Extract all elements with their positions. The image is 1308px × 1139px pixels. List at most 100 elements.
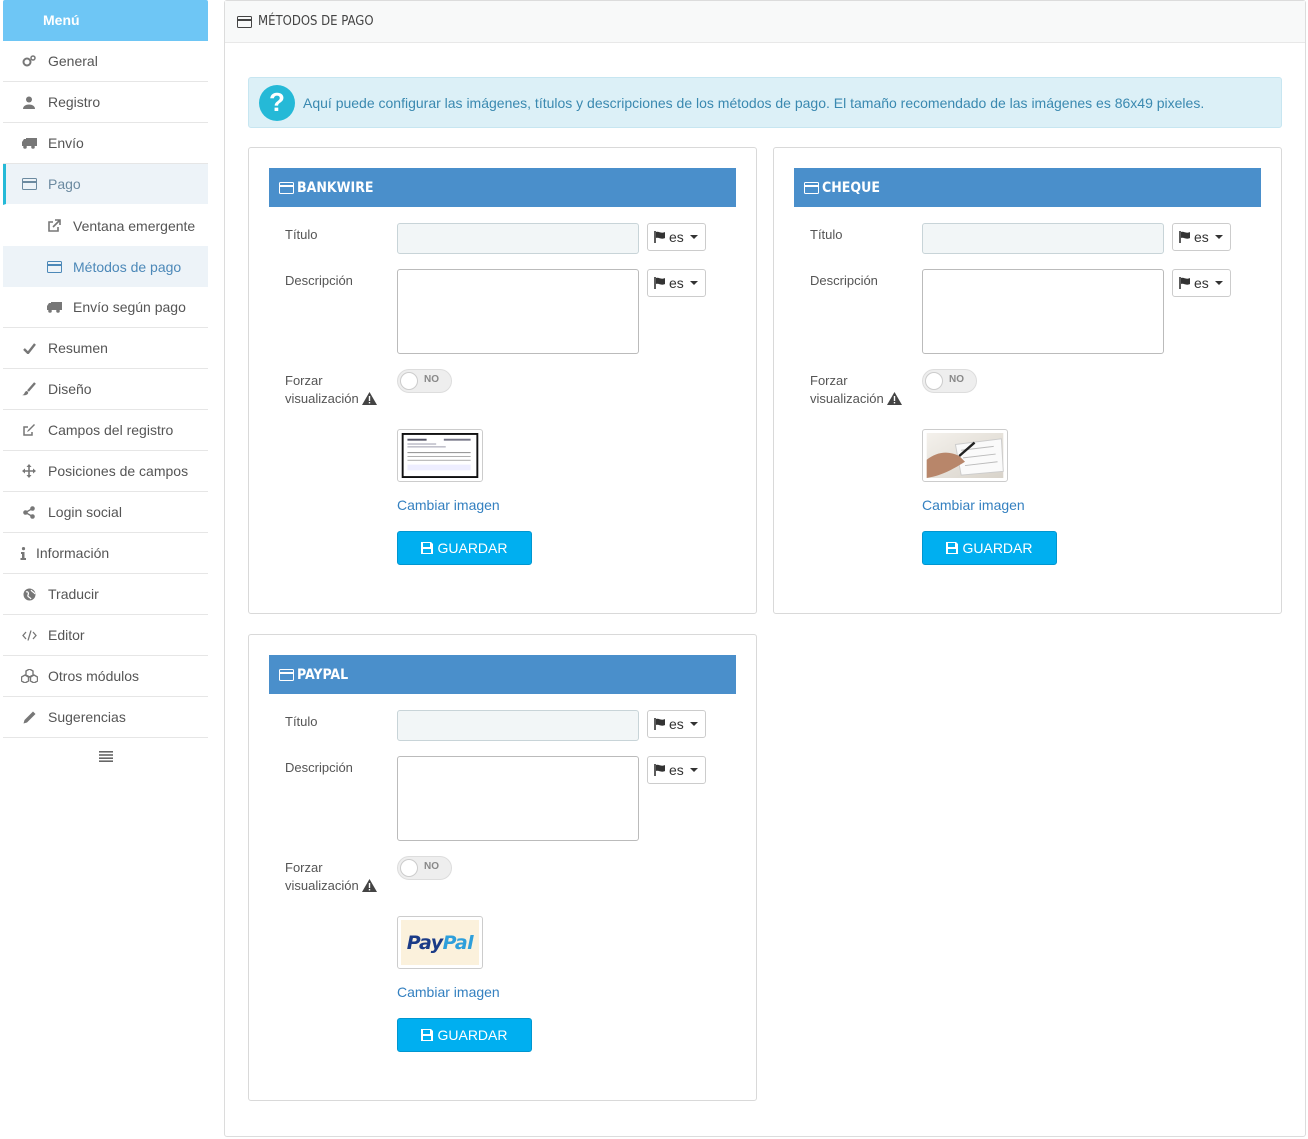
share-icon: [18, 505, 40, 519]
sidebar-item-label: Envío según pago: [73, 299, 186, 315]
save-label: GUARDAR: [962, 540, 1033, 556]
sidebar-item-general[interactable]: General: [3, 41, 208, 82]
sidebar-item-ventana-emergente[interactable]: Ventana emergente: [3, 205, 208, 246]
sidebar-item-label: Información: [36, 545, 110, 561]
info-alert: ? Aquí puede configurar las imágenes, tí…: [248, 77, 1282, 128]
force-display-toggle[interactable]: NO: [922, 369, 977, 393]
flag-icon: [1179, 277, 1191, 289]
force-display-label: Forzar visualización: [810, 372, 902, 410]
force-display-label: Forzar visualización: [285, 859, 377, 897]
flag-icon: [654, 231, 666, 243]
description-textarea[interactable]: [922, 269, 1164, 354]
sidebar-item-editor[interactable]: Editor: [3, 615, 208, 656]
sidebar-item-label: Editor: [48, 627, 85, 643]
sidebar-item-traducir[interactable]: Traducir: [3, 574, 208, 615]
check-icon: [18, 342, 40, 354]
language-value: es: [669, 275, 684, 291]
warning-icon: [886, 392, 902, 410]
title-label: Título: [285, 227, 318, 242]
sidebar-item-sugerencias[interactable]: Sugerencias: [3, 697, 208, 738]
sidebar-item-label: Login social: [48, 504, 122, 520]
gears-icon: [18, 54, 40, 68]
user-icon: [18, 96, 40, 109]
toggle-knob: [400, 372, 418, 390]
save-button[interactable]: GUARDAR: [922, 531, 1057, 565]
sidebar-item-label: Posiciones de campos: [48, 463, 189, 479]
sidebar-item-label: Pago: [48, 176, 81, 192]
collapse-menu-button[interactable]: [3, 738, 208, 778]
truck-icon: [18, 137, 40, 149]
sidebar-item-envio-segun-pago[interactable]: Envío según pago: [3, 287, 208, 328]
change-image-link[interactable]: Cambiar imagen: [922, 497, 1025, 513]
language-select[interactable]: es: [1172, 223, 1231, 251]
title-input[interactable]: [397, 710, 639, 741]
description-label: Descripción: [810, 273, 878, 288]
payment-image-bankwire: [397, 429, 483, 482]
external-link-icon: [43, 218, 65, 233]
pencil-icon: [18, 711, 40, 724]
sidebar-item-login-social[interactable]: Login social: [3, 492, 208, 533]
sidebar-item-diseno[interactable]: Diseño: [3, 369, 208, 410]
page-title: MÉTODOS DE PAGO: [258, 14, 374, 29]
sidebar-item-campos-del-registro[interactable]: Campos del registro: [3, 410, 208, 451]
language-select[interactable]: es: [647, 269, 706, 297]
card-title: CHEQUE: [794, 168, 1261, 207]
sidebar-item-resumen[interactable]: Resumen: [3, 328, 208, 369]
sidebar-item-envio[interactable]: Envío: [3, 123, 208, 164]
info-text: Aquí puede configurar las imágenes, títu…: [303, 94, 1205, 111]
question-icon: ?: [259, 84, 295, 121]
paypal-logo-text-pay: Pay: [406, 931, 443, 954]
title-input[interactable]: [922, 223, 1164, 254]
sidebar-item-label: Envío: [48, 135, 84, 151]
change-image-link[interactable]: Cambiar imagen: [397, 497, 500, 513]
force-display-label: Forzar visualización: [285, 372, 377, 410]
sidebar-item-label: Registro: [48, 94, 101, 110]
cubes-icon: [18, 669, 40, 683]
brush-icon: [18, 382, 40, 396]
language-select[interactable]: es: [647, 710, 706, 738]
description-label: Descripción: [285, 760, 353, 775]
paypal-logo-text-pal: Pal: [442, 931, 474, 954]
globe-icon: [18, 588, 40, 601]
sidebar-item-otros-modulos[interactable]: Otros módulos: [3, 656, 208, 697]
force-display-toggle[interactable]: NO: [397, 369, 452, 393]
language-value: es: [669, 762, 684, 778]
floppy-disk-icon: [421, 542, 434, 554]
payment-image-paypal: Pay Pal: [397, 916, 483, 969]
language-select[interactable]: es: [1172, 269, 1231, 297]
bankwire-image: [401, 433, 479, 478]
language-select[interactable]: es: [647, 756, 706, 784]
truck-icon: [43, 301, 65, 313]
description-textarea[interactable]: [397, 269, 639, 354]
sidebar-item-registro[interactable]: Registro: [3, 82, 208, 123]
change-image-link[interactable]: Cambiar imagen: [397, 984, 500, 1000]
description-textarea[interactable]: [397, 756, 639, 841]
caret-down-icon: [1214, 281, 1223, 285]
force-display-toggle[interactable]: NO: [397, 856, 452, 880]
credit-card-icon: [237, 15, 252, 28]
move-arrows-icon: [18, 464, 40, 478]
language-select[interactable]: es: [647, 223, 706, 251]
force-label-line2: visualización: [810, 391, 884, 406]
title-label: Título: [285, 714, 318, 729]
sidebar-item-label: Campos del registro: [48, 422, 174, 438]
hamburger-icon: [98, 749, 113, 767]
save-button[interactable]: GUARDAR: [397, 1018, 532, 1052]
sidebar-item-label: Métodos de pago: [73, 258, 182, 275]
caret-down-icon: [689, 768, 698, 772]
paypal-logo: Pay Pal: [401, 920, 479, 965]
title-input[interactable]: [397, 223, 639, 254]
sidebar-item-posiciones-de-campos[interactable]: Posiciones de campos: [3, 451, 208, 492]
save-button[interactable]: GUARDAR: [397, 531, 532, 565]
force-label-line1: Forzar: [285, 860, 323, 875]
save-label: GUARDAR: [437, 540, 508, 556]
title-label: Título: [810, 227, 843, 242]
sidebar-item-informacion[interactable]: Información: [3, 533, 208, 574]
sidebar-item-metodos-de-pago[interactable]: Métodos de pago: [3, 246, 208, 287]
flag-icon: [654, 277, 666, 289]
sidebar-item-pago[interactable]: Pago: [3, 164, 208, 205]
language-value: es: [669, 229, 684, 245]
language-value: es: [669, 716, 684, 732]
credit-card-icon: [43, 260, 65, 273]
force-label-line1: Forzar: [285, 373, 323, 388]
